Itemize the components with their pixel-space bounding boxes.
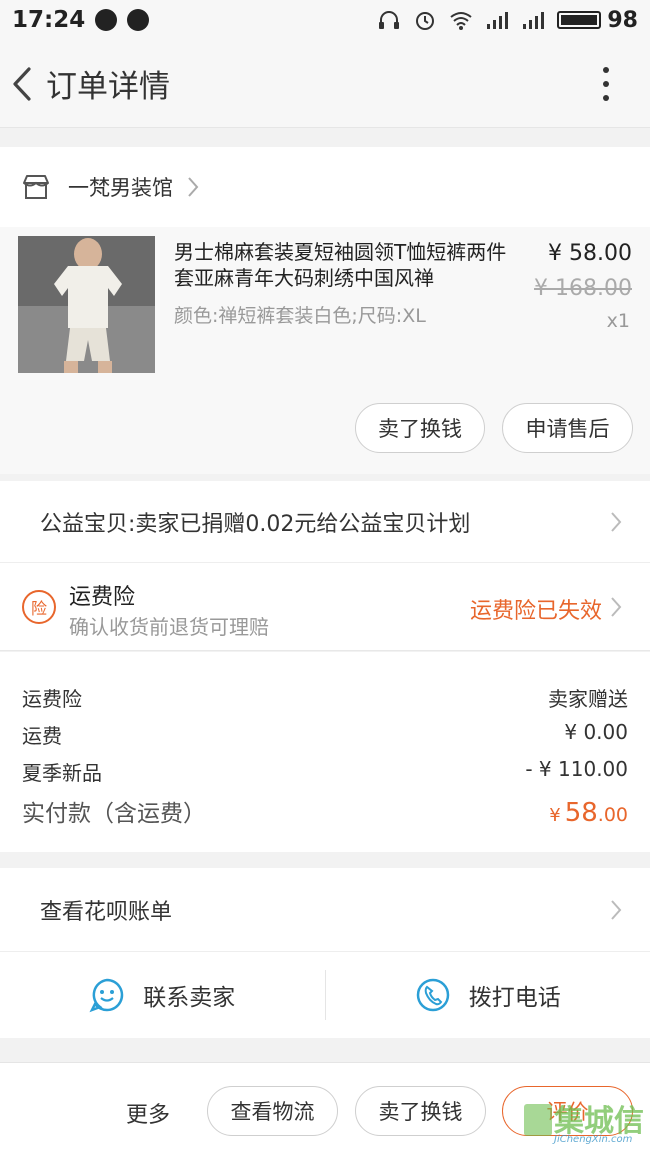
status-time: 17:24 xyxy=(12,7,86,33)
more-dot-icon xyxy=(603,80,609,87)
summary-row: 运费 ¥ 0.00 xyxy=(22,720,628,749)
review-button[interactable]: 评价 xyxy=(502,1086,633,1136)
contact-seller-button[interactable]: 联系卖家 xyxy=(0,952,325,1038)
chevron-right-icon xyxy=(610,481,622,562)
summary-label: 运费 xyxy=(22,724,62,748)
total-currency: ¥ xyxy=(549,805,561,826)
insurance-badge-icon: 险 xyxy=(22,590,56,624)
summary-label: 夏季新品 xyxy=(22,761,102,785)
price-summary: 运费险 卖家赠送 运费 ¥ 0.00 夏季新品 - ¥ 110.00 实付款（含… xyxy=(0,652,650,852)
total-decimal: .00 xyxy=(597,804,628,826)
insurance-subtitle: 确认收货前退货可理赔 xyxy=(69,615,269,639)
chevron-right-icon xyxy=(187,176,199,198)
phone-icon xyxy=(416,978,449,1012)
contact-seller-label: 联系卖家 xyxy=(143,985,236,1011)
product-card[interactable]: 男士棉麻套装夏短袖圆领T恤短裤两件套亚麻青年大码刺绣中国风禅 颜色:禅短裤套装白… xyxy=(0,227,650,474)
more-actions-button[interactable]: 更多 xyxy=(126,1097,170,1129)
total-row: 实付款（含运费） ¥ 58 .00 xyxy=(22,794,628,828)
more-dot-icon xyxy=(603,66,609,73)
signal-icon xyxy=(487,12,509,29)
total-amount: ¥ 58 .00 xyxy=(549,798,628,828)
more-options-button[interactable] xyxy=(586,54,626,114)
charity-row[interactable]: 公益宝贝:卖家已捐赠0.02元给公益宝贝计划 xyxy=(0,481,650,563)
total-integer: 58 xyxy=(564,798,598,828)
battery: 98 xyxy=(557,8,638,33)
huabei-bill-row[interactable]: 查看花呗账单 xyxy=(0,868,650,952)
signal-icon-2 xyxy=(523,12,545,29)
chevron-right-icon xyxy=(610,868,622,951)
summary-value: 卖家赠送 xyxy=(548,687,628,711)
status-left: 17:24 xyxy=(12,7,150,33)
product-title[interactable]: 男士棉麻套装夏短袖圆领T恤短裤两件套亚麻青年大码刺绣中国风禅 xyxy=(174,239,519,291)
bottom-action-bar: 更多 查看物流 卖了换钱 评价 xyxy=(0,1062,650,1155)
summary-row: 夏季新品 - ¥ 110.00 xyxy=(22,757,628,786)
status-bar: 17:24 98 xyxy=(0,0,650,40)
summary-row: 运费险 卖家赠送 xyxy=(22,683,628,712)
product-price: ¥ 58.00 xyxy=(548,241,632,266)
page-title: 订单详情 xyxy=(46,69,170,105)
chat-icon xyxy=(89,978,124,1013)
insurance-status: 运费险已失效 xyxy=(469,599,602,624)
summary-value: - ¥ 110.00 xyxy=(525,757,628,781)
back-arrow-icon xyxy=(13,66,31,101)
app-notification-icon xyxy=(127,9,150,31)
product-original-price: ¥ 168.00 xyxy=(534,276,632,301)
shop-icon xyxy=(23,175,49,199)
status-right: 98 xyxy=(377,8,638,33)
summary-value: ¥ 0.00 xyxy=(564,720,628,744)
shipping-insurance-row[interactable]: 险 运费险 确认收货前退货可理赔 运费险已失效 xyxy=(0,563,650,651)
call-phone-button[interactable]: 拨打电话 xyxy=(326,952,650,1038)
product-sku: 颜色:禅短裤套装白色;尺码:XL xyxy=(174,305,426,327)
product-photo xyxy=(18,236,155,373)
charity-text: 公益宝贝:卖家已捐赠0.02元给公益宝贝计划 xyxy=(40,511,471,537)
chevron-right-icon xyxy=(610,563,622,650)
total-label: 实付款（含运费） xyxy=(22,801,206,827)
huabei-text: 查看花呗账单 xyxy=(40,899,173,925)
battery-fill xyxy=(561,15,597,25)
insurance-title: 运费险 xyxy=(69,585,136,610)
view-logistics-button[interactable]: 查看物流 xyxy=(207,1086,338,1136)
battery-percent: 98 xyxy=(607,7,638,33)
call-phone-label: 拨打电话 xyxy=(468,985,561,1011)
headphone-icon xyxy=(379,11,400,29)
wifi-icon xyxy=(450,12,472,30)
sell-for-cash-bottom-button[interactable]: 卖了换钱 xyxy=(355,1086,486,1136)
notification-icon xyxy=(95,9,118,31)
alarm-icon xyxy=(416,12,435,30)
shop-name: 一梵男装馆 xyxy=(68,176,173,200)
product-quantity: x1 xyxy=(606,310,630,332)
contact-bar: 联系卖家 拨打电话 xyxy=(0,952,650,1038)
battery-icon xyxy=(557,11,602,29)
summary-label: 运费险 xyxy=(22,687,82,711)
shop-row[interactable]: 一梵男装馆 xyxy=(0,147,650,227)
product-image[interactable] xyxy=(18,236,155,373)
back-button[interactable] xyxy=(2,40,42,128)
nav-bar: 订单详情 xyxy=(0,40,650,128)
apply-aftersale-button[interactable]: 申请售后 xyxy=(502,403,633,453)
sell-for-cash-button[interactable]: 卖了换钱 xyxy=(355,403,485,453)
more-dot-icon xyxy=(603,94,609,101)
